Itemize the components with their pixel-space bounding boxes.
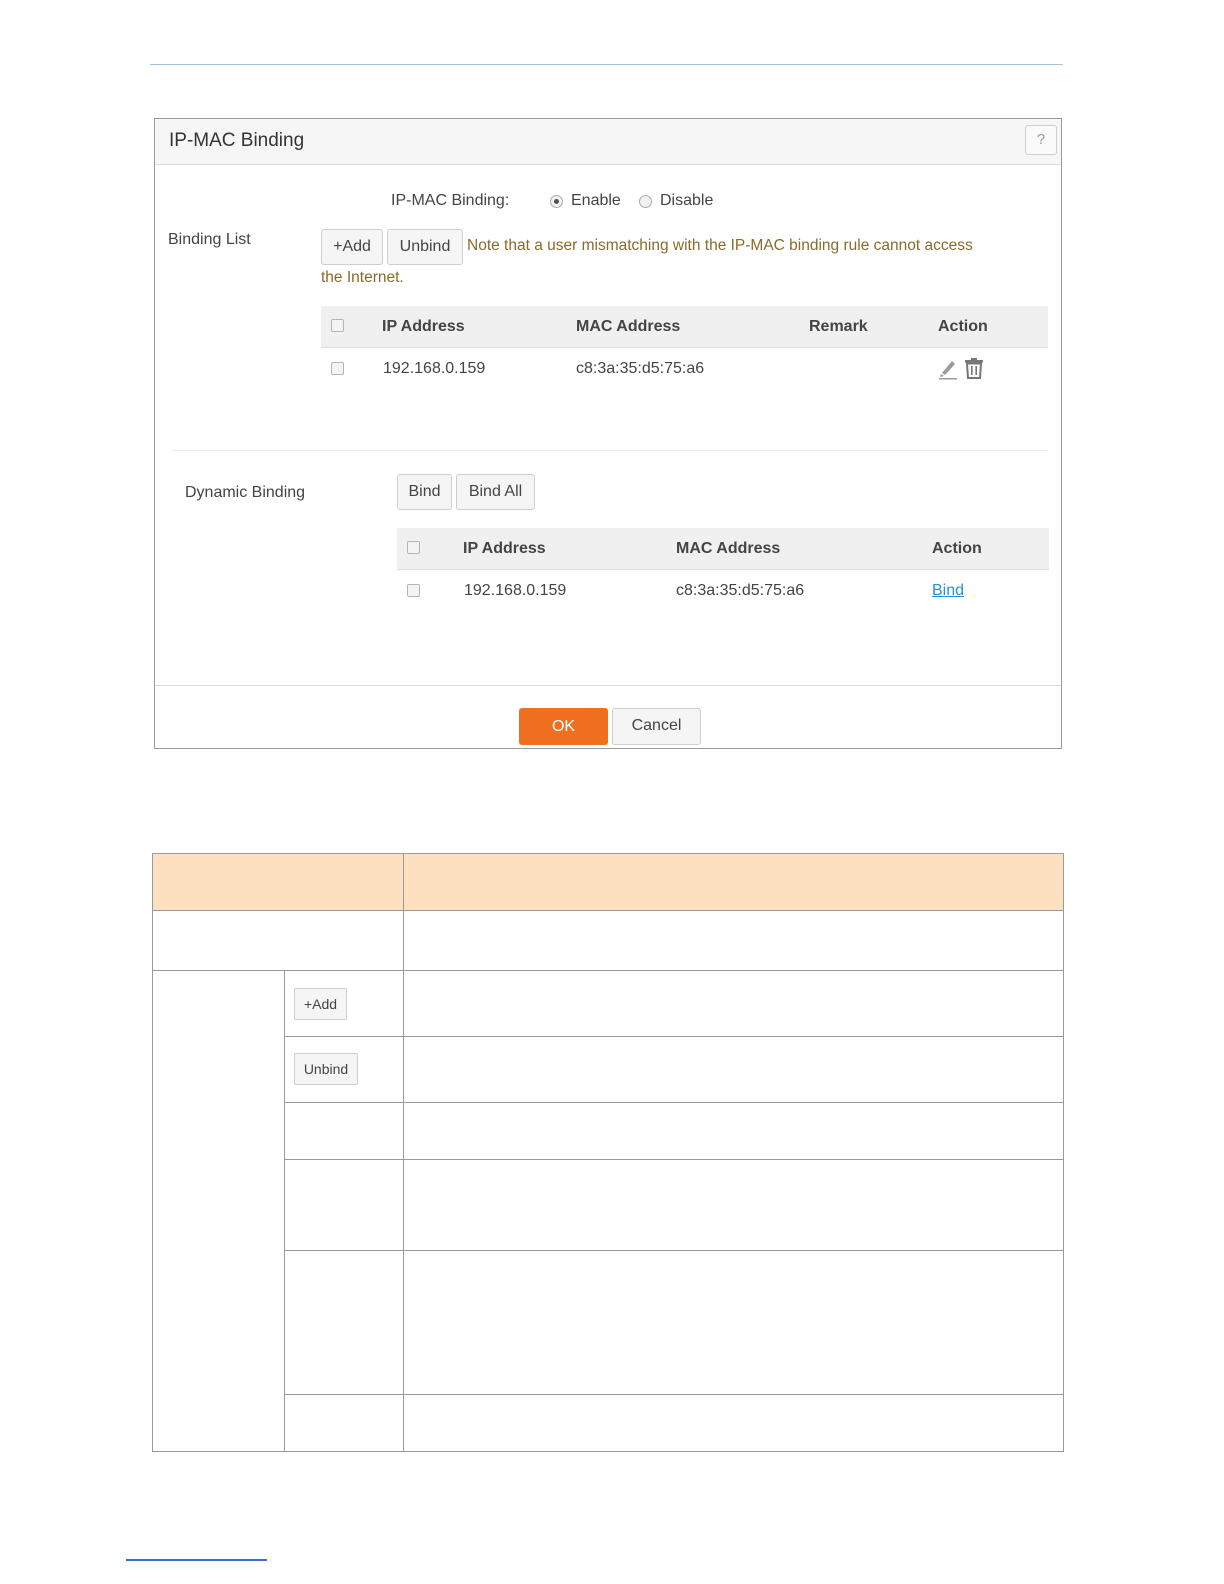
bind-all-button[interactable]: Bind All bbox=[456, 474, 535, 510]
binding-list-table-header: IP Address MAC Address Remark Action bbox=[321, 306, 1048, 348]
row-divider bbox=[284, 1394, 1063, 1395]
dynamic-row-bind-link[interactable]: Bind bbox=[932, 582, 964, 600]
delete-icon[interactable] bbox=[964, 357, 984, 379]
parameter-description-table: +Add Unbind bbox=[152, 853, 1064, 1452]
binding-note-line1: Note that a user mismatching with the IP… bbox=[467, 237, 973, 254]
section-divider bbox=[171, 450, 1048, 451]
row-divider bbox=[284, 1250, 1063, 1251]
dynamic-select-all-checkbox[interactable] bbox=[407, 541, 420, 554]
dialog-title: IP-MAC Binding bbox=[169, 130, 305, 151]
help-icon[interactable]: ? bbox=[1025, 125, 1057, 155]
dynamic-binding-label: Dynamic Binding bbox=[185, 484, 306, 501]
sub-column-divider bbox=[284, 971, 285, 1451]
dynamic-row-mac: c8:3a:35:d5:75:a6 bbox=[676, 582, 805, 599]
description-table-header bbox=[153, 854, 1063, 911]
enable-radio[interactable] bbox=[550, 195, 563, 208]
add-button[interactable]: +Add bbox=[321, 229, 383, 265]
enable-radio-label: Enable bbox=[571, 192, 621, 209]
disable-radio-label: Disable bbox=[660, 192, 714, 209]
row-ip: 192.168.0.159 bbox=[383, 360, 486, 377]
row-divider bbox=[153, 970, 1063, 971]
dynamic-column-ip-address: IP Address bbox=[463, 540, 546, 557]
column-action: Action bbox=[938, 318, 988, 335]
column-ip-address: IP Address bbox=[382, 318, 465, 335]
page-top-rule bbox=[150, 64, 1063, 65]
dynamic-column-action: Action bbox=[932, 540, 982, 557]
column-divider bbox=[403, 854, 404, 1451]
page-bottom-rule bbox=[126, 1559, 267, 1561]
binding-toggle-label: IP-MAC Binding: bbox=[391, 192, 510, 209]
dynamic-binding-table-header: IP Address MAC Address Action bbox=[397, 528, 1049, 570]
table-row: 192.168.0.159 c8:3a:35:d5:75:a6 Bind bbox=[397, 570, 1049, 614]
disable-radio[interactable] bbox=[639, 195, 652, 208]
column-mac-address: MAC Address bbox=[576, 318, 681, 335]
bind-button[interactable]: Bind bbox=[397, 474, 452, 510]
row-divider bbox=[284, 1159, 1063, 1160]
ip-mac-binding-dialog: IP-MAC Binding ? IP-MAC Binding: Enable … bbox=[154, 118, 1062, 749]
dynamic-row-checkbox[interactable] bbox=[407, 584, 420, 597]
binding-note-line2: the Internet. bbox=[321, 269, 404, 286]
dynamic-column-mac-address: MAC Address bbox=[676, 540, 781, 557]
row-checkbox[interactable] bbox=[331, 362, 344, 375]
cancel-button[interactable]: Cancel bbox=[612, 708, 701, 745]
unbind-button[interactable]: Unbind bbox=[387, 229, 463, 265]
table-row: 192.168.0.159 c8:3a:35:d5:75:a6 bbox=[321, 348, 1048, 392]
desc-add-button-sample: +Add bbox=[294, 988, 347, 1020]
column-remark: Remark bbox=[809, 318, 868, 335]
row-divider bbox=[284, 1036, 1063, 1037]
row-mac: c8:3a:35:d5:75:a6 bbox=[576, 360, 705, 377]
row-divider bbox=[284, 1102, 1063, 1103]
edit-icon[interactable] bbox=[938, 358, 958, 380]
select-all-checkbox[interactable] bbox=[331, 319, 344, 332]
ok-button[interactable]: OK bbox=[519, 708, 608, 745]
footer-divider bbox=[155, 685, 1061, 686]
dynamic-row-ip: 192.168.0.159 bbox=[464, 582, 567, 599]
binding-list-label: Binding List bbox=[168, 231, 251, 248]
desc-unbind-button-sample: Unbind bbox=[294, 1053, 358, 1085]
dialog-header: IP-MAC Binding ? bbox=[155, 119, 1061, 165]
